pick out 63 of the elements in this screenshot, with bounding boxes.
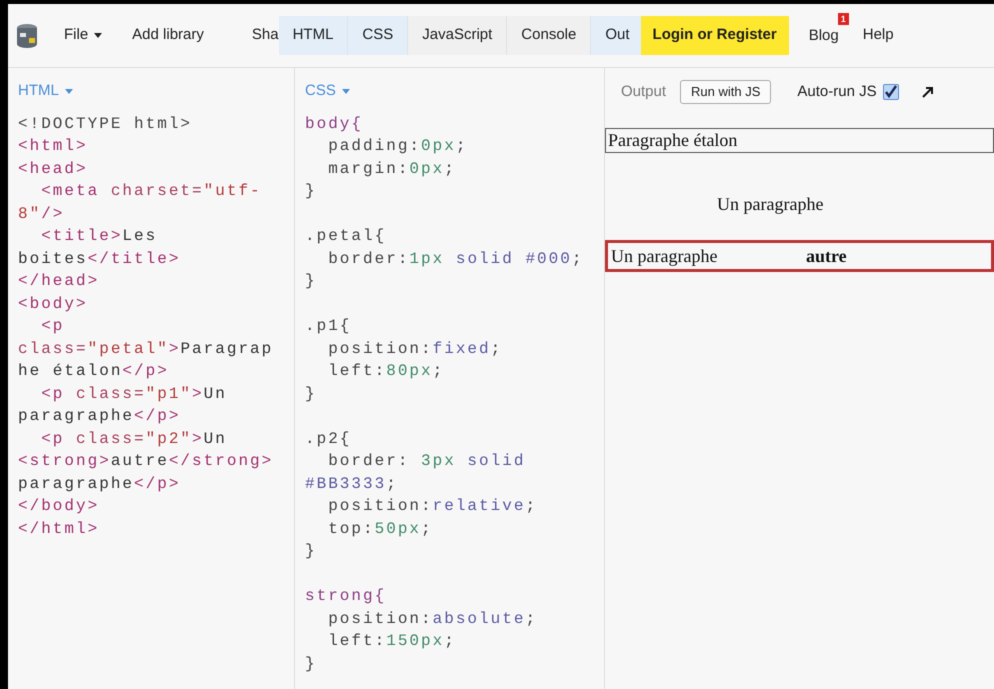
code-line: </html> (18, 518, 100, 540)
code-line: </body> (18, 496, 100, 517)
code-line: position:absolute; (327, 608, 538, 630)
code-line: 8"/> (18, 204, 64, 224)
paragraph-text: Un paragraphe (611, 244, 718, 268)
code-line: paragraphe</p> (18, 474, 180, 494)
code-line: left:80px; (327, 361, 444, 382)
code-line: <title>Les (40, 226, 158, 247)
code-line: border:1px solid #000; (327, 248, 584, 270)
code-line: <p class="p2">Un (40, 428, 227, 450)
code-line: } (305, 181, 317, 202)
code-line: left:150px; (327, 631, 456, 652)
help-link[interactable]: Help (862, 24, 894, 47)
menu-item[interactable]: Sha (252, 24, 279, 47)
notification-badge: 1 (838, 13, 849, 26)
code-line: <p class="p1">Un (40, 384, 227, 404)
code-line: <html> (18, 136, 88, 157)
bordered-paragraph: Paragraphe étalon (605, 128, 994, 152)
caret-icon (342, 88, 350, 94)
editor-tab[interactable]: CSS (348, 16, 408, 55)
menu-item[interactable]: Add library (132, 24, 204, 47)
bold-word: autre (806, 244, 847, 268)
logo-icon (16, 22, 38, 48)
blog-link[interactable]: Blog (808, 23, 839, 48)
code-line: class="petal">Paragrap (18, 338, 274, 360)
caret-icon (64, 88, 73, 94)
offset-paragraph: Un paragraphe (716, 192, 824, 216)
code-line: position:fixed; (327, 338, 502, 360)
code-line: margin:0px; (327, 158, 456, 180)
editor-tab[interactable]: Console (507, 16, 592, 55)
code-line: he étalon</p> (18, 361, 169, 382)
code-line: position:relative; (327, 496, 538, 517)
code-line: } (305, 654, 317, 674)
run-button[interactable]: Run with JS (680, 80, 772, 104)
code-line: border: 3px solid (327, 451, 526, 472)
code-line: .p2{ (305, 428, 352, 450)
code-line: <strong>autre</strong> (18, 451, 274, 472)
code-line: padding:0px; (327, 136, 468, 157)
code-line: } (305, 541, 317, 562)
autorun-checkbox[interactable] (882, 84, 899, 100)
output-label: Output (621, 82, 666, 102)
code-line: <meta charset="utf- (40, 181, 262, 202)
menu-item[interactable]: File (64, 24, 102, 47)
code-line: .petal{ (305, 226, 386, 247)
code-line: #BB3333; (305, 474, 398, 494)
editor-tab[interactable]: HTML (278, 16, 348, 55)
code-line: .p1{ (305, 316, 352, 337)
code-line: <p (40, 316, 64, 337)
code-line: <!DOCTYPE html> (18, 114, 192, 134)
code-line: </head> (18, 271, 100, 292)
code-line: <head> (18, 158, 88, 180)
login-button[interactable]: Login or Register (640, 16, 789, 55)
expand-arrow-icon[interactable] (920, 84, 935, 99)
autorun-label: Auto-run JS (797, 82, 877, 102)
code-line: } (305, 384, 317, 404)
code-line: boites</title> (18, 248, 180, 270)
code-line: top:50px; (327, 518, 433, 540)
code-line: strong{ (305, 586, 386, 607)
code-line: body{ (305, 114, 364, 134)
editor-tab[interactable]: JavaScript (408, 16, 508, 55)
code-line: <body> (18, 294, 88, 314)
code-line: paragraphe</p> (18, 406, 180, 427)
code-line: } (305, 271, 317, 292)
